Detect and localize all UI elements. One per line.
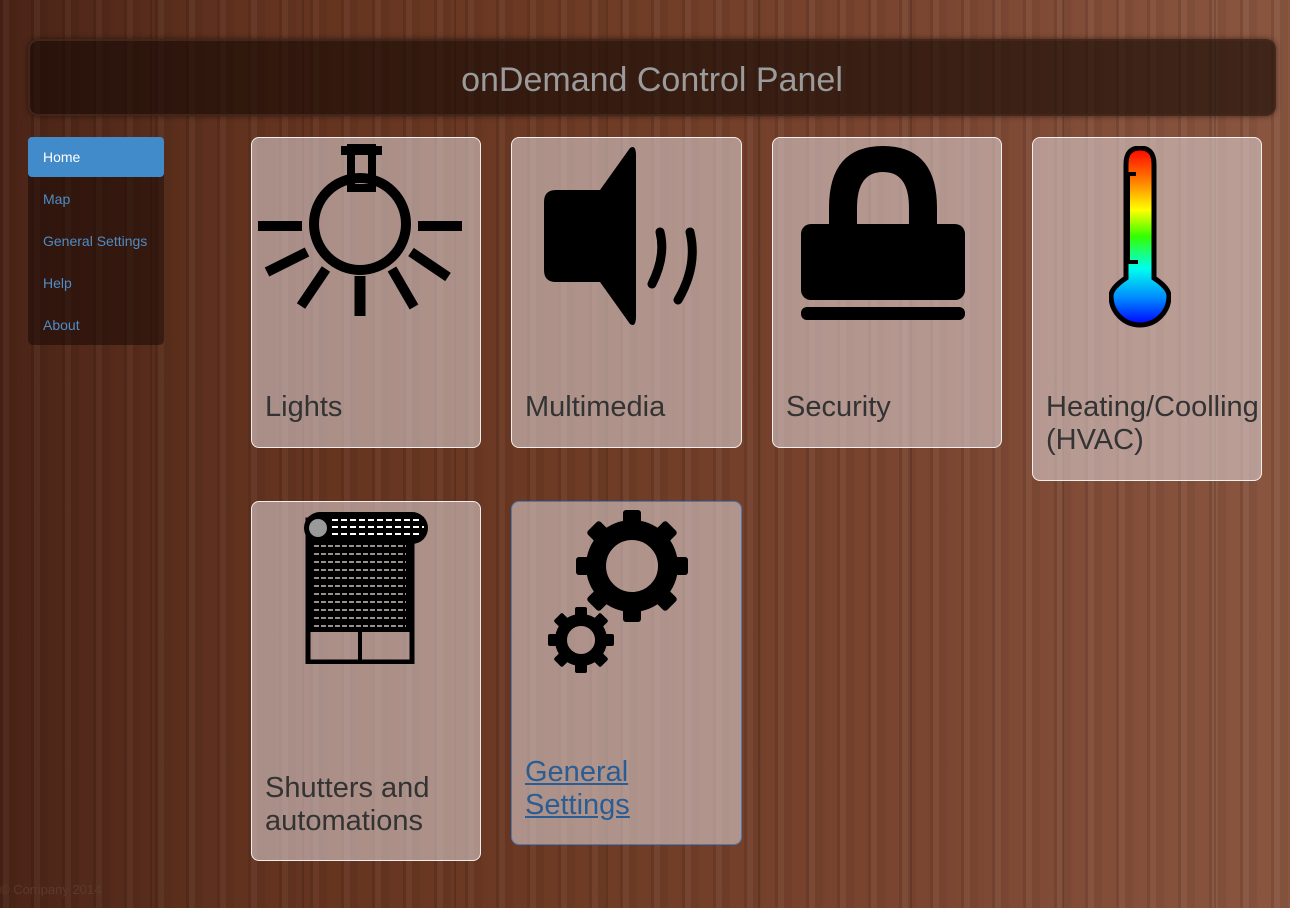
general-settings-tile-label-line2[interactable]: Settings — [525, 789, 630, 822]
lock-icon — [801, 146, 965, 320]
sidebar-item-help[interactable]: Help — [28, 263, 164, 303]
hvac-tile-label-line2: (HVAC) — [1046, 424, 1144, 456]
hvac-tile[interactable]: Heating/Coolling (HVAC) — [1032, 137, 1262, 481]
lights-tile-label: Lights — [265, 391, 343, 423]
hvac-tile-label-line1: Heating/Coolling — [1046, 391, 1259, 423]
multimedia-tile-label: Multimedia — [525, 391, 666, 423]
gears-icon — [548, 510, 688, 673]
speaker-icon — [544, 147, 697, 325]
security-tile[interactable]: Security — [772, 137, 1002, 448]
shutters-tile-label-line1: Shutters and — [265, 772, 430, 804]
shutters-tile-label-line2: automations — [265, 805, 423, 837]
multimedia-tile[interactable]: Multimedia — [511, 137, 742, 448]
thermometer-icon — [1109, 146, 1171, 328]
page-title: onDemand Control Panel — [461, 61, 843, 99]
footer-copyright: © Company 2014 — [0, 882, 102, 897]
security-tile-label: Security — [786, 391, 891, 423]
general-settings-tile[interactable]: General Settings — [511, 501, 742, 845]
window-shutter-icon — [304, 512, 428, 664]
sidebar-item-general-settings[interactable]: General Settings — [28, 221, 164, 261]
sidebar-nav: Home Map General Settings Help About — [28, 137, 164, 345]
light-bulb-icon — [258, 144, 462, 316]
sidebar-item-map[interactable]: Map — [28, 179, 164, 219]
shutters-tile[interactable]: Shutters and automations — [251, 501, 481, 861]
sidebar-item-about[interactable]: About — [28, 305, 164, 345]
general-settings-tile-label-line1[interactable]: General — [525, 756, 628, 789]
lights-tile[interactable]: Lights — [251, 137, 481, 448]
sidebar-item-home[interactable]: Home — [28, 137, 164, 177]
page-header: onDemand Control Panel — [28, 39, 1276, 116]
